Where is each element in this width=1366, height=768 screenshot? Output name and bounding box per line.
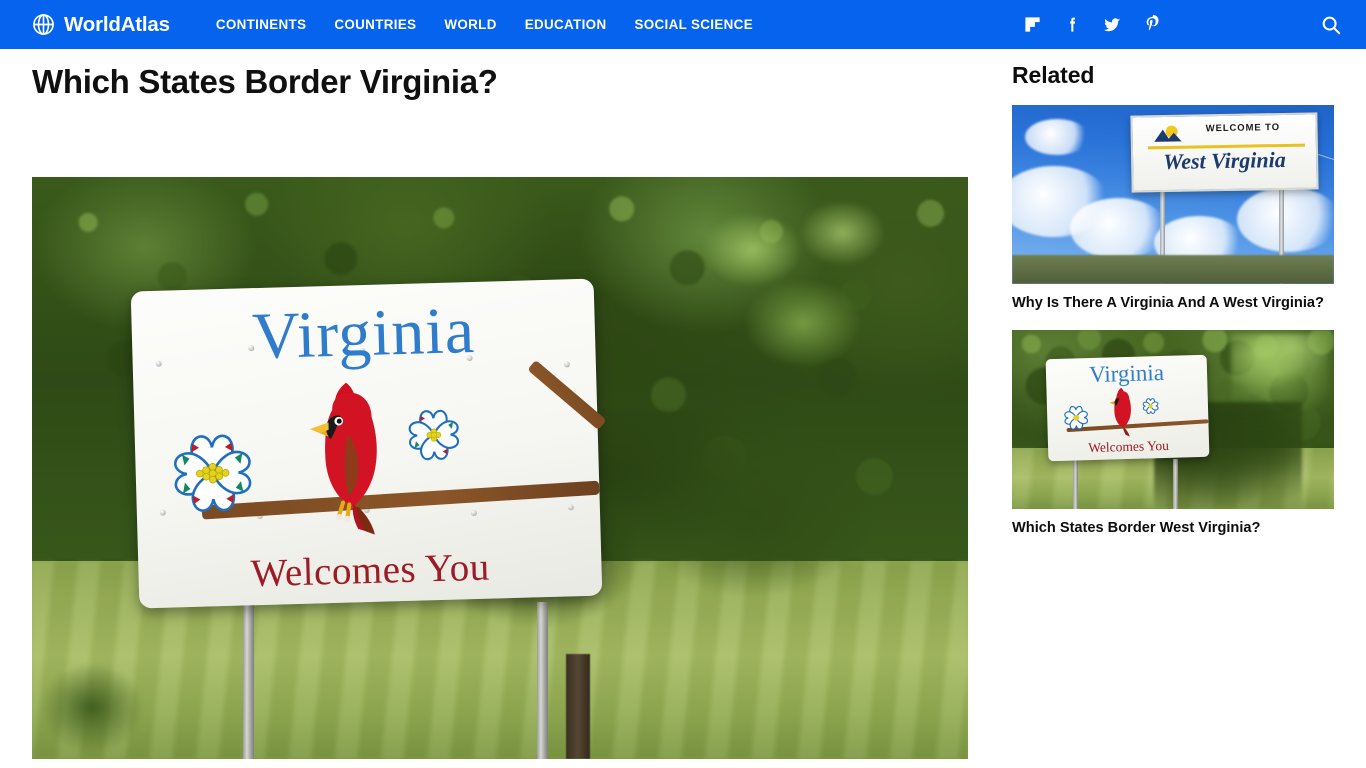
related-sidebar: Related Welcome to West Virginia sign ag… xyxy=(1012,62,1334,555)
dogwood-flower-icon xyxy=(1055,401,1098,435)
sign-bolt xyxy=(567,504,574,511)
sign-post-left xyxy=(242,590,254,759)
sign-state-name: Virginia xyxy=(1089,360,1165,388)
sign-bolt xyxy=(470,509,477,517)
cardinal-bird-icon xyxy=(1100,384,1143,438)
twitter-icon[interactable] xyxy=(1092,0,1132,49)
sign-state-name: Virginia xyxy=(251,293,476,373)
cloud xyxy=(1069,198,1167,259)
related-headline-2[interactable]: Which States Border West Virginia? xyxy=(1012,518,1334,539)
sign-state-name: West Virginia xyxy=(1163,146,1287,175)
hero-image: Welcome to Virginia highway sign in fron… xyxy=(32,177,968,759)
related-headline-1[interactable]: Why Is There A Virginia And A West Virgi… xyxy=(1012,293,1334,314)
globe-icon xyxy=(32,13,55,36)
sunlit-tree xyxy=(1230,333,1328,409)
conifer-shrub xyxy=(32,630,182,759)
nav-item-education[interactable]: EDUCATION xyxy=(511,17,621,32)
sign-post-right xyxy=(1173,459,1178,510)
cloud xyxy=(1237,187,1334,252)
dogwood-flower-icon xyxy=(153,417,272,528)
sign-post-left xyxy=(1073,455,1079,510)
main-navigation: CONTINENTS COUNTRIES WORLD EDUCATION SOC… xyxy=(202,17,767,32)
tree-trunk xyxy=(565,654,590,759)
nav-item-countries[interactable]: COUNTRIES xyxy=(320,17,430,32)
related-item-2[interactable]: Virginia Welcomes You roadside sign Virg… xyxy=(1012,330,1334,539)
cloud xyxy=(1024,119,1090,156)
pinterest-icon[interactable] xyxy=(1132,0,1172,49)
sunrise-mountain-icon xyxy=(1154,125,1182,142)
nav-item-social-science[interactable]: SOCIAL SCIENCE xyxy=(620,17,767,32)
nav-item-world[interactable]: WORLD xyxy=(430,17,510,32)
facebook-icon[interactable] xyxy=(1052,0,1092,49)
search-button[interactable] xyxy=(1310,0,1352,49)
flipboard-icon[interactable] xyxy=(1012,0,1052,49)
related-thumbnail-virginia[interactable]: Virginia Welcomes You roadside sign Virg… xyxy=(1012,330,1334,510)
sign-post-right xyxy=(537,601,549,759)
related-thumbnail-west-virginia[interactable]: Welcome to West Virginia sign against bl… xyxy=(1012,105,1334,284)
sunlit-tree xyxy=(668,188,950,434)
west-virginia-sign: WELCOME TO West Virginia xyxy=(1130,112,1319,193)
article-header: Which States Border Virginia? xyxy=(32,62,968,102)
nav-item-continents[interactable]: CONTINENTS xyxy=(202,17,321,32)
sign-welcome-label: WELCOME TO xyxy=(1205,121,1281,134)
related-item-1[interactable]: Welcome to West Virginia sign against bl… xyxy=(1012,105,1334,314)
site-header: WorldAtlas CONTINENTS COUNTRIES WORLD ED… xyxy=(0,0,1366,49)
sign-welcome-text: Welcomes You xyxy=(1088,438,1170,456)
thumb-scene: Virginia Welcomes You xyxy=(1012,330,1334,510)
virginia-welcome-sign: Virginia Welcomes You xyxy=(130,278,607,609)
sign-bolt xyxy=(563,361,570,368)
related-title: Related xyxy=(1012,62,1095,88)
header-actions xyxy=(1012,0,1366,49)
cardinal-bird-icon xyxy=(281,372,411,540)
roadside-ground xyxy=(1012,255,1334,284)
brand-name: WorldAtlas xyxy=(64,12,170,36)
virginia-welcome-sign: Virginia Welcomes You xyxy=(1046,354,1210,462)
site-logo[interactable]: WorldAtlas xyxy=(32,13,170,37)
page-title: Which States Border Virginia? xyxy=(32,63,498,100)
hero-scene: Virginia Welcomes You xyxy=(32,177,968,759)
page-body: Which States Border Virginia? Welcome to… xyxy=(0,49,1366,768)
